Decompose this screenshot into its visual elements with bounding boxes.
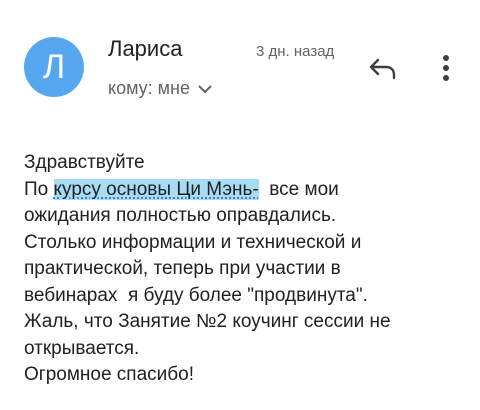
- message-line: практической, теперь при участии в: [24, 258, 341, 279]
- message-line: Огромное спасибо!: [24, 364, 195, 385]
- reply-button[interactable]: [366, 54, 400, 84]
- message-line: Столько информации и технической и: [24, 231, 362, 253]
- reply-icon: [369, 58, 396, 80]
- sender-avatar[interactable]: Л: [24, 37, 84, 97]
- more-vert-icon: [443, 55, 449, 81]
- message-line: Жаль, что Занятие №2 коучинг сессии не: [24, 311, 391, 332]
- message-text: По: [24, 178, 54, 200]
- message-line: Здравствуйте: [24, 152, 145, 173]
- recipient-label: кому: мне: [108, 78, 190, 98]
- message-line: По курсу основы Ци Мэнь- все мои: [24, 177, 464, 204]
- message-time: 3 дн. назад: [256, 43, 335, 60]
- message-text: все мои: [258, 178, 339, 200]
- message-line: открывается.: [24, 337, 140, 359]
- message-line: вебинарах я буду более "продвинута".: [24, 284, 368, 306]
- sender-name: Лариса: [108, 36, 183, 61]
- chevron-down-icon: [198, 84, 212, 93]
- highlighted-text[interactable]: курсу основы Ци Мэнь-: [53, 178, 259, 200]
- recipient-toggle[interactable]: кому: мне: [108, 78, 212, 99]
- message-body: Здравствуйте По курсу основы Ци Мэнь- вс…: [24, 150, 464, 389]
- more-options-button[interactable]: [432, 50, 460, 86]
- message-line: ожидания полностью оправдались.: [24, 205, 337, 226]
